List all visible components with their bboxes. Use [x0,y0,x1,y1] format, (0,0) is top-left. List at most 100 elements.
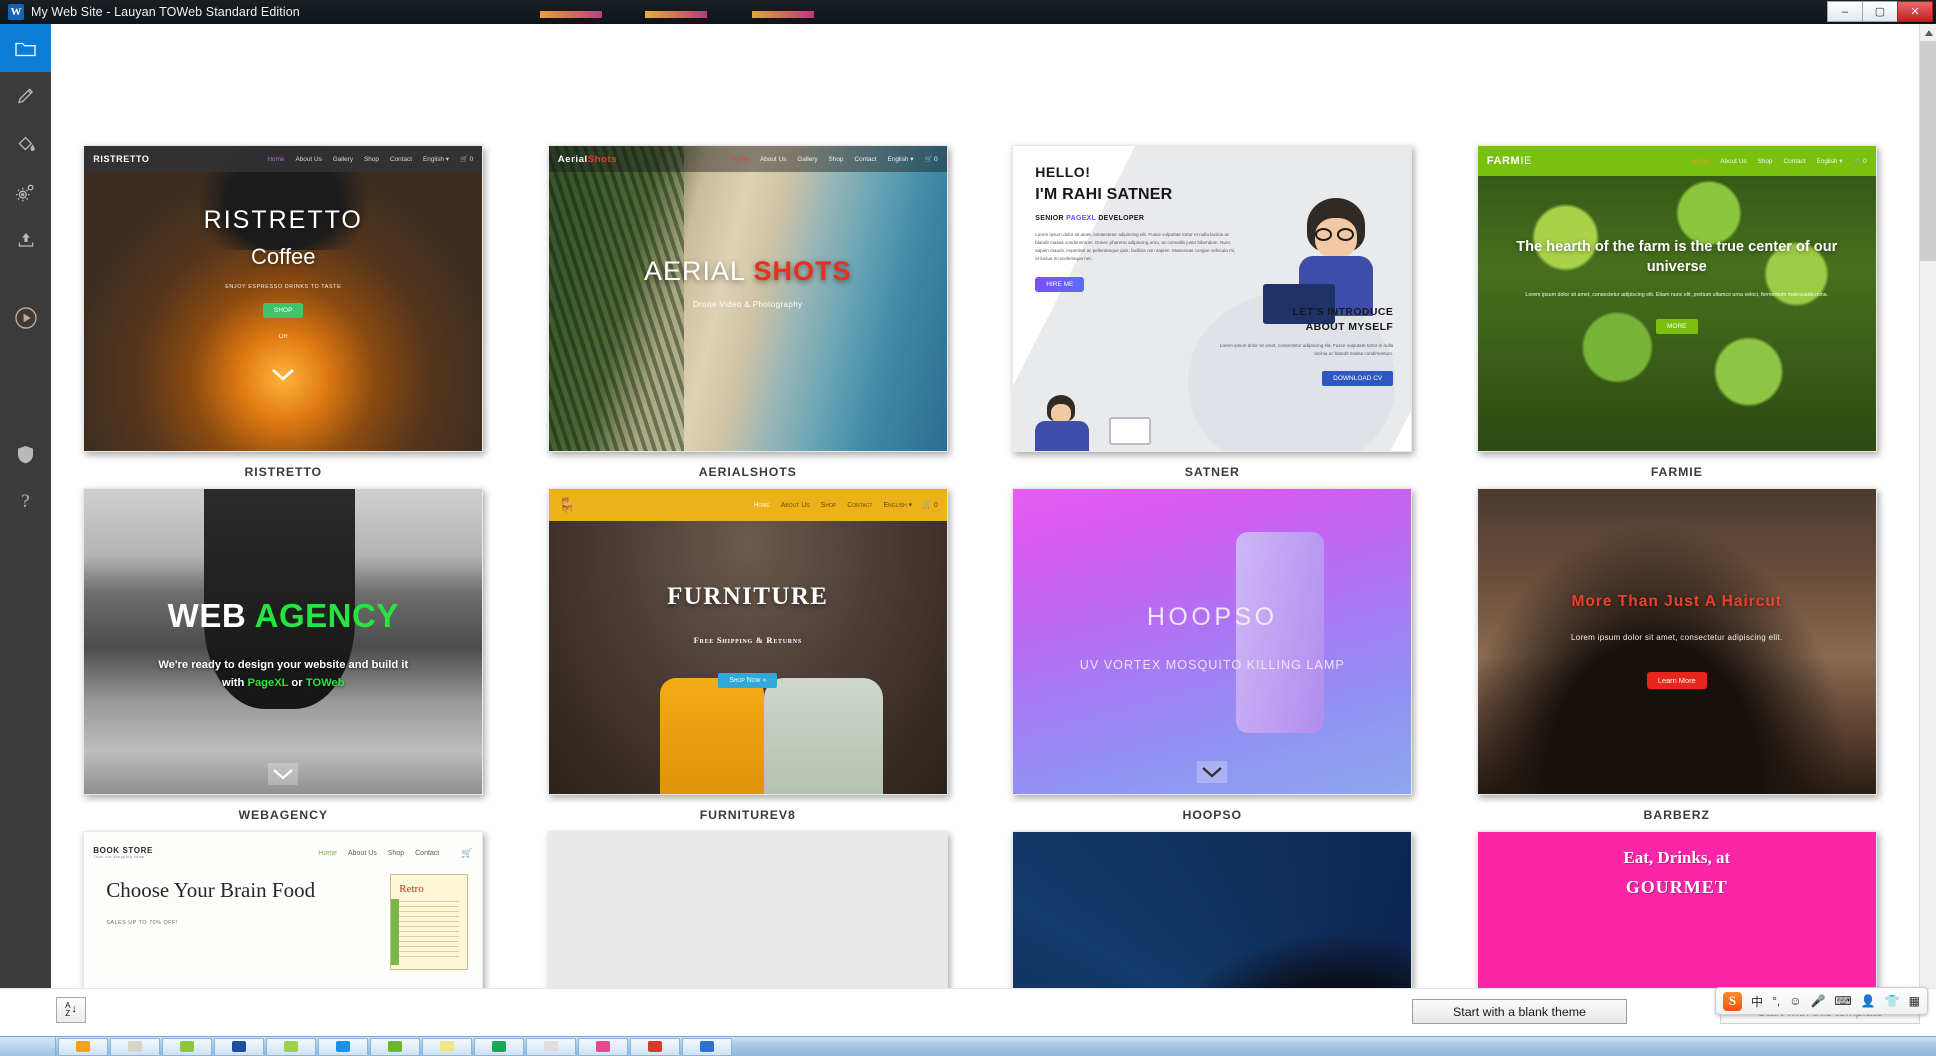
taskbar-item[interactable] [422,1038,472,1056]
sidebar-item-preview[interactable] [0,294,51,342]
cart-icon[interactable]: 🛒 [461,848,472,859]
sidebar-item-edit[interactable] [0,72,51,120]
nav-link-gallery[interactable]: Gallery [333,156,353,163]
nav-language-select[interactable]: English ▾ [888,155,914,163]
sidebar-item-settings[interactable] [0,168,51,216]
sidebar-item-theme[interactable] [0,120,51,168]
ime-skin-icon[interactable]: 👕 [1885,994,1900,1008]
ime-chinese-mode-icon[interactable]: 中 [1751,993,1763,1010]
template-card-barberz[interactable]: More Than Just A Haircut Lorem ipsum dol… [1445,488,1910,822]
maximize-button[interactable]: ▢ [1862,1,1898,22]
cart-icon[interactable]: 🛒 0 [1853,157,1866,165]
hero-button[interactable]: MORE [1656,319,1698,334]
nav-language-select[interactable]: English ▾ [883,501,912,509]
nav-language-select[interactable]: English ▾ [1817,157,1843,165]
taskbar-item[interactable] [526,1038,576,1056]
scroll-down-chevron-icon[interactable] [268,364,298,386]
taskbar-item[interactable] [58,1038,108,1056]
cart-icon[interactable]: 🛒 0 [923,501,938,509]
ime-keyboard-icon[interactable]: ⌨ [1834,994,1851,1008]
template-card-satner[interactable]: HELLO! I'M RAHI SATNER SENIOR PAGEXL DEV… [980,145,1445,479]
nav-link-gallery[interactable]: Gallery [797,156,817,163]
hero-button[interactable]: Shop Now » [718,673,777,688]
scroll-down-chevron-icon[interactable] [1197,761,1227,783]
taskbar-item[interactable] [682,1038,732,1056]
template-thumbnail[interactable]: BOOK STORE Trust our shopping name Home … [83,831,483,1006]
taskbar-item[interactable] [318,1038,368,1056]
ime-user-icon[interactable]: 👤 [1861,994,1876,1008]
scroll-up-arrow-icon[interactable] [1920,24,1936,41]
template-thumbnail[interactable] [548,831,948,1006]
close-button[interactable]: ✕ [1897,1,1933,22]
template-card-bookstore[interactable]: BOOK STORE Trust our shopping name Home … [51,831,516,1006]
cart-icon[interactable]: 🛒 0 [460,155,473,163]
taskbar-item[interactable] [474,1038,524,1056]
sogou-logo-icon[interactable]: S [1723,992,1742,1011]
template-thumbnail[interactable]: Eat, Drinks, at GOURMET [1477,831,1877,1006]
nav-link-contact[interactable]: Contact [1783,158,1805,165]
hero-button[interactable]: HIRE ME [1035,277,1084,292]
taskbar-item[interactable] [578,1038,628,1056]
template-thumbnail[interactable]: HOOPSO UV VORTEX MOSQUITO KILLING LAMP [1012,488,1412,795]
sidebar-item-publish[interactable] [0,216,51,264]
start-button[interactable] [0,1037,56,1056]
template-thumbnail[interactable]: HELLO! I'M RAHI SATNER SENIOR PAGEXL DEV… [1012,145,1412,452]
nav-link-shop[interactable]: Shop [1758,158,1773,165]
nav-link-shop[interactable]: Shop [829,156,844,163]
nav-link-contact[interactable]: Contact [854,156,876,163]
template-card-aerialshots[interactable]: AerialShots Home About Us Gallery Shop C… [516,145,981,479]
nav-link-about[interactable]: About Us [781,502,810,509]
sidebar-item-site[interactable] [0,24,51,72]
ime-emoji-icon[interactable]: ☺ [1789,994,1801,1008]
nav-language-select[interactable]: English ▾ [423,155,449,163]
scrollbar-thumb[interactable] [1920,41,1936,261]
nav-link-contact[interactable]: Contact [847,502,872,509]
ime-toolbar[interactable]: S 中 °, ☺ 🎤 ⌨ 👤 👕 ▦ [1715,987,1928,1015]
nav-link-about[interactable]: About Us [1720,158,1746,165]
nav-link-home[interactable]: Home [267,156,284,163]
ime-toolbox-icon[interactable]: ▦ [1909,994,1920,1008]
start-blank-theme-button[interactable]: Start with a blank theme [1412,999,1627,1024]
sidebar-item-license[interactable] [0,430,51,478]
template-thumbnail[interactable]: FARMIE Home About Us Shop Contact Englis… [1477,145,1877,452]
template-card-ristretto[interactable]: RISTRETTO Home About Us Gallery Shop Con… [51,145,516,479]
scroll-down-chevron-icon[interactable] [268,763,298,785]
taskbar-item[interactable] [162,1038,212,1056]
nav-link-home[interactable]: Home [318,850,337,857]
taskbar-item[interactable] [110,1038,160,1056]
template-thumbnail[interactable]: AerialShots Home About Us Gallery Shop C… [548,145,948,452]
nav-link-home[interactable]: Home [753,502,769,509]
template-card-gourmet[interactable]: Eat, Drinks, at GOURMET [1445,831,1910,1006]
nav-link-shop[interactable]: Shop [364,156,379,163]
hero-button[interactable]: SHOP [263,303,303,318]
ime-voice-icon[interactable]: 🎤 [1810,994,1825,1008]
taskbar-item[interactable] [266,1038,316,1056]
nav-link-about[interactable]: About Us [760,156,786,163]
sort-az-button[interactable]: A Z ↓ [56,997,86,1023]
nav-link-home[interactable]: Home [732,156,749,163]
ime-punctuation-icon[interactable]: °, [1772,994,1780,1008]
template-thumbnail[interactable]: RISTRETTO Home About Us Gallery Shop Con… [83,145,483,452]
template-card-farmie[interactable]: FARMIE Home About Us Shop Contact Englis… [1445,145,1910,479]
template-thumbnail[interactable] [1012,831,1412,1006]
taskbar-item[interactable] [370,1038,420,1056]
template-thumbnail[interactable]: 🪑 Home About Us Shop Contact English ▾ 🛒… [548,488,948,795]
template-thumbnail[interactable]: WEB AGENCY We're ready to design your we… [83,488,483,795]
nav-link-about[interactable]: About Us [348,850,377,857]
nav-link-shop[interactable]: Shop [388,850,404,857]
template-card-blank[interactable] [516,831,981,1006]
template-card-furniturev8[interactable]: 🪑 Home About Us Shop Contact English ▾ 🛒… [516,488,981,822]
template-card-hoopso[interactable]: HOOPSO UV VORTEX MOSQUITO KILLING LAMP H… [980,488,1445,822]
taskbar-item[interactable] [214,1038,264,1056]
template-card-space[interactable] [980,831,1445,1006]
nav-link-contact[interactable]: Contact [415,850,439,857]
sidebar-item-help[interactable]: ? [0,478,51,526]
minimize-button[interactable]: – [1827,1,1863,22]
hero-button[interactable]: Learn More [1647,672,1707,689]
nav-link-shop[interactable]: Shop [821,502,837,509]
template-card-webagency[interactable]: WEB AGENCY We're ready to design your we… [51,488,516,822]
vertical-scrollbar[interactable] [1919,24,1936,1006]
template-thumbnail[interactable]: More Than Just A Haircut Lorem ipsum dol… [1477,488,1877,795]
section2-button[interactable]: DOWNLOAD CV [1322,371,1393,386]
nav-link-contact[interactable]: Contact [390,156,412,163]
